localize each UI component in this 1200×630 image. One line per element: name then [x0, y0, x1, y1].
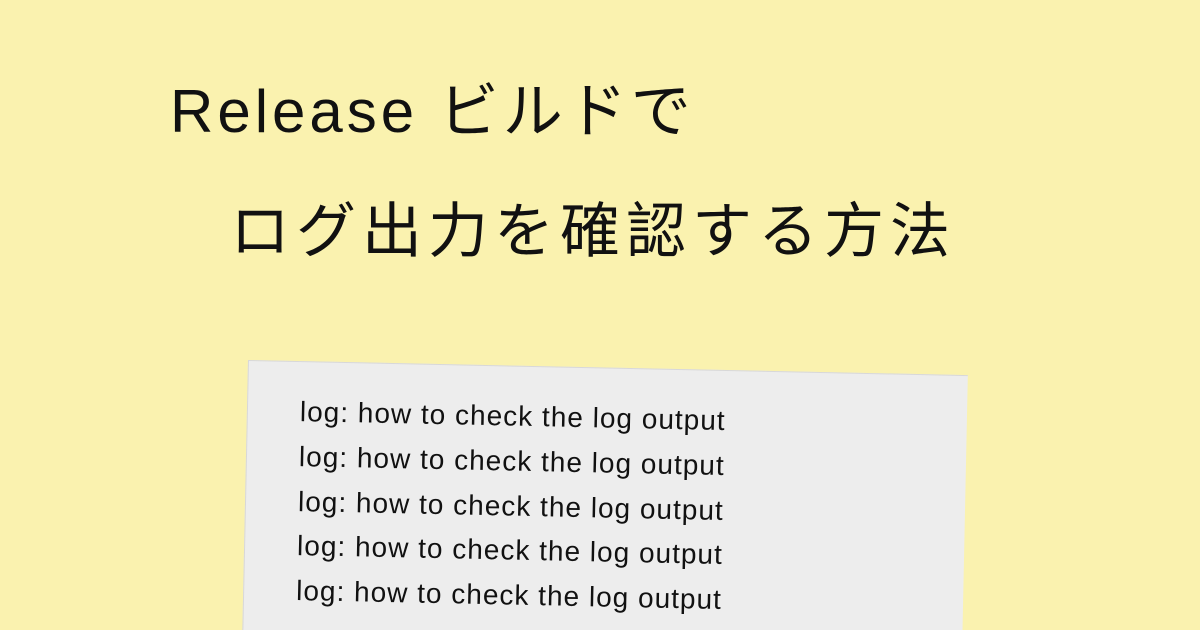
title-line-2: ログ出力を確認する方法 — [230, 190, 1140, 274]
title-block: Release ビルドで ログ出力を確認する方法 — [170, 70, 1140, 274]
title-line-1: Release ビルドで — [170, 70, 1140, 154]
log-sheet: log: how to check the log output log: ho… — [242, 360, 968, 630]
